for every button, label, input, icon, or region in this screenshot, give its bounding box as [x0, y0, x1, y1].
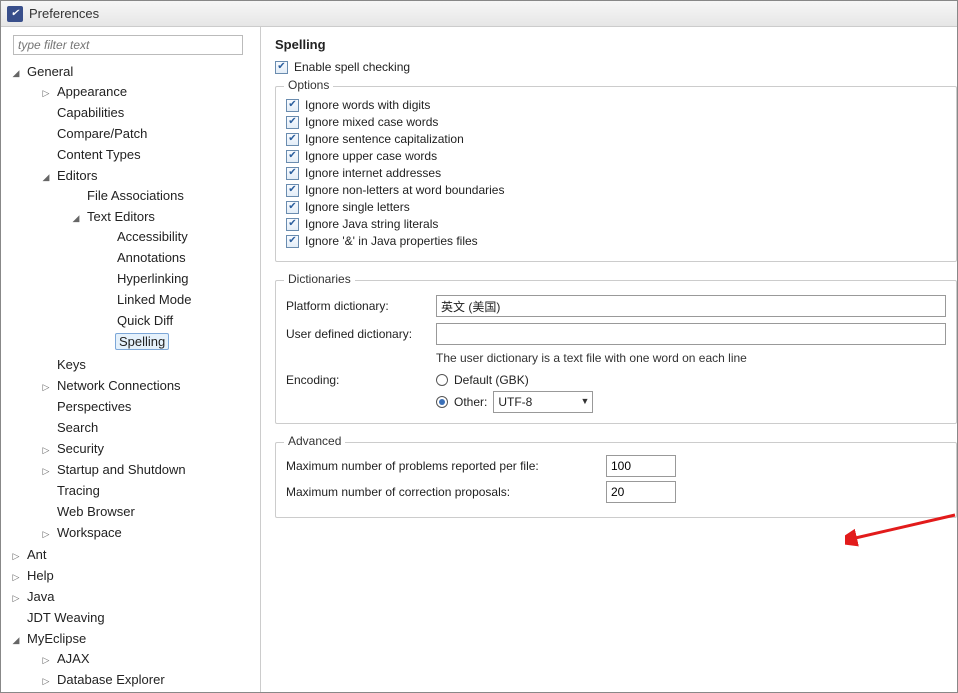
tree-node-network-connections[interactable]: Network Connections: [55, 378, 183, 393]
ignore-mixedcase-checkbox[interactable]: ✔: [286, 116, 299, 129]
preference-tree-pane: ◢ General ▷ Appearance Capabilities Compar…: [1, 27, 261, 692]
tree-node-general[interactable]: General: [25, 64, 75, 79]
ignore-single-label: Ignore single letters: [305, 200, 410, 214]
ignore-javastring-label: Ignore Java string literals: [305, 217, 438, 231]
dictionaries-fieldset: Dictionaries Platform dictionary: 英文 (美国…: [275, 280, 957, 424]
tree-node-myeclipse[interactable]: MyEclipse: [25, 631, 88, 646]
tree-node-workspace[interactable]: Workspace: [55, 525, 124, 540]
chevron-down-icon: ▼: [580, 396, 589, 406]
tree-node-web-browser[interactable]: Web Browser: [55, 504, 137, 519]
ignore-amp-checkbox[interactable]: ✔: [286, 235, 299, 248]
page-title: Spelling: [275, 37, 957, 52]
tree-node-capabilities[interactable]: Capabilities: [55, 105, 126, 120]
tree-node-file-associations[interactable]: File Associations: [85, 188, 186, 203]
ignore-mixedcase-label: Ignore mixed case words: [305, 115, 438, 129]
ignore-nonletters-checkbox[interactable]: ✔: [286, 184, 299, 197]
expand-icon[interactable]: ◢: [41, 168, 51, 187]
window-title: Preferences: [29, 6, 99, 21]
user-dict-label: User defined dictionary:: [286, 327, 436, 341]
tree-node-accessibility[interactable]: Accessibility: [115, 229, 190, 244]
expand-icon[interactable]: ▷: [41, 525, 51, 544]
ignore-digits-checkbox[interactable]: ✔: [286, 99, 299, 112]
encoding-default-label: Default (GBK): [454, 373, 529, 387]
enable-spellcheck-checkbox[interactable]: ✔: [275, 61, 288, 74]
platform-dict-combo[interactable]: 英文 (美国): [436, 295, 946, 317]
ignore-javastring-checkbox[interactable]: ✔: [286, 218, 299, 231]
tree-node-security[interactable]: Security: [55, 441, 106, 456]
tree-node-appearance[interactable]: Appearance: [55, 84, 129, 99]
options-fieldset: Options ✔Ignore words with digits ✔Ignor…: [275, 86, 957, 262]
ignore-digits-label: Ignore words with digits: [305, 98, 430, 112]
tree-node-spelling[interactable]: Spelling: [115, 333, 169, 350]
tree-node-startup-shutdown[interactable]: Startup and Shutdown: [55, 462, 188, 477]
expand-icon[interactable]: ▷: [41, 84, 51, 103]
expand-icon[interactable]: ▷: [41, 672, 51, 691]
advanced-fieldset: Advanced Maximum number of problems repo…: [275, 442, 957, 518]
tree-node-ant[interactable]: Ant: [25, 547, 49, 562]
max-proposals-input[interactable]: [606, 481, 676, 503]
tree-node-perspectives[interactable]: Perspectives: [55, 399, 133, 414]
ignore-internet-checkbox[interactable]: ✔: [286, 167, 299, 180]
app-icon: ✔: [7, 6, 23, 22]
ignore-uppercase-label: Ignore upper case words: [305, 149, 437, 163]
expand-icon[interactable]: ▷: [41, 441, 51, 460]
tree-node-ajax[interactable]: AJAX: [55, 651, 92, 666]
tree-node-help[interactable]: Help: [25, 568, 56, 583]
user-dict-input[interactable]: [436, 323, 946, 345]
encoding-other-radio[interactable]: [436, 396, 448, 408]
ignore-sentencecap-checkbox[interactable]: ✔: [286, 133, 299, 146]
max-problems-label: Maximum number of problems reported per …: [286, 459, 606, 473]
advanced-legend: Advanced: [284, 434, 345, 448]
tree-node-tracing[interactable]: Tracing: [55, 483, 102, 498]
tree-node-content-types[interactable]: Content Types: [55, 147, 143, 162]
preference-page: Spelling ✔ Enable spell checking Options…: [261, 27, 957, 692]
options-legend: Options: [284, 78, 333, 92]
encoding-other-label: Other:: [454, 395, 487, 409]
user-dict-hint: The user dictionary is a text file with …: [436, 351, 946, 365]
ignore-amp-label: Ignore '&' in Java properties files: [305, 234, 478, 248]
dictionaries-legend: Dictionaries: [284, 272, 355, 286]
title-bar: ✔ Preferences: [1, 1, 957, 27]
tree-node-database-explorer[interactable]: Database Explorer: [55, 672, 167, 687]
encoding-other-combo[interactable]: UTF-8 ▼: [493, 391, 593, 413]
tree-node-jdt-weaving[interactable]: JDT Weaving: [25, 610, 107, 625]
ignore-internet-label: Ignore internet addresses: [305, 166, 441, 180]
platform-dict-label: Platform dictionary:: [286, 299, 436, 313]
encoding-label: Encoding:: [286, 373, 436, 413]
tree-node-linked-mode[interactable]: Linked Mode: [115, 292, 193, 307]
preference-tree[interactable]: ◢ General ▷ Appearance Capabilities Compar…: [9, 61, 256, 692]
max-proposals-label: Maximum number of correction proposals:: [286, 485, 606, 499]
tree-node-java[interactable]: Java: [25, 589, 56, 604]
tree-node-editors[interactable]: Editors: [55, 168, 99, 183]
encoding-default-radio[interactable]: [436, 374, 448, 386]
expand-icon[interactable]: ▷: [11, 589, 21, 608]
expand-icon[interactable]: ▷: [11, 547, 21, 566]
tree-node-compare-patch[interactable]: Compare/Patch: [55, 126, 149, 141]
expand-icon[interactable]: ◢: [71, 209, 81, 228]
expand-icon[interactable]: ▷: [41, 651, 51, 670]
tree-node-annotations[interactable]: Annotations: [115, 250, 188, 265]
encoding-other-value: UTF-8: [498, 395, 532, 409]
tree-node-keys[interactable]: Keys: [55, 357, 88, 372]
ignore-single-checkbox[interactable]: ✔: [286, 201, 299, 214]
tree-node-search[interactable]: Search: [55, 420, 100, 435]
ignore-uppercase-checkbox[interactable]: ✔: [286, 150, 299, 163]
tree-node-quick-diff[interactable]: Quick Diff: [115, 313, 175, 328]
filter-input[interactable]: [13, 35, 243, 55]
expand-icon[interactable]: ▷: [41, 462, 51, 481]
max-problems-input[interactable]: [606, 455, 676, 477]
expand-icon[interactable]: ▷: [11, 568, 21, 587]
expand-icon[interactable]: ▷: [41, 378, 51, 397]
tree-node-text-editors[interactable]: Text Editors: [85, 209, 157, 224]
ignore-sentencecap-label: Ignore sentence capitalization: [305, 132, 464, 146]
tree-node-hyperlinking[interactable]: Hyperlinking: [115, 271, 191, 286]
expand-icon[interactable]: ◢: [11, 631, 21, 650]
ignore-nonletters-label: Ignore non-letters at word boundaries: [305, 183, 504, 197]
enable-spellcheck-label: Enable spell checking: [294, 60, 410, 74]
expand-icon[interactable]: ◢: [11, 64, 21, 83]
